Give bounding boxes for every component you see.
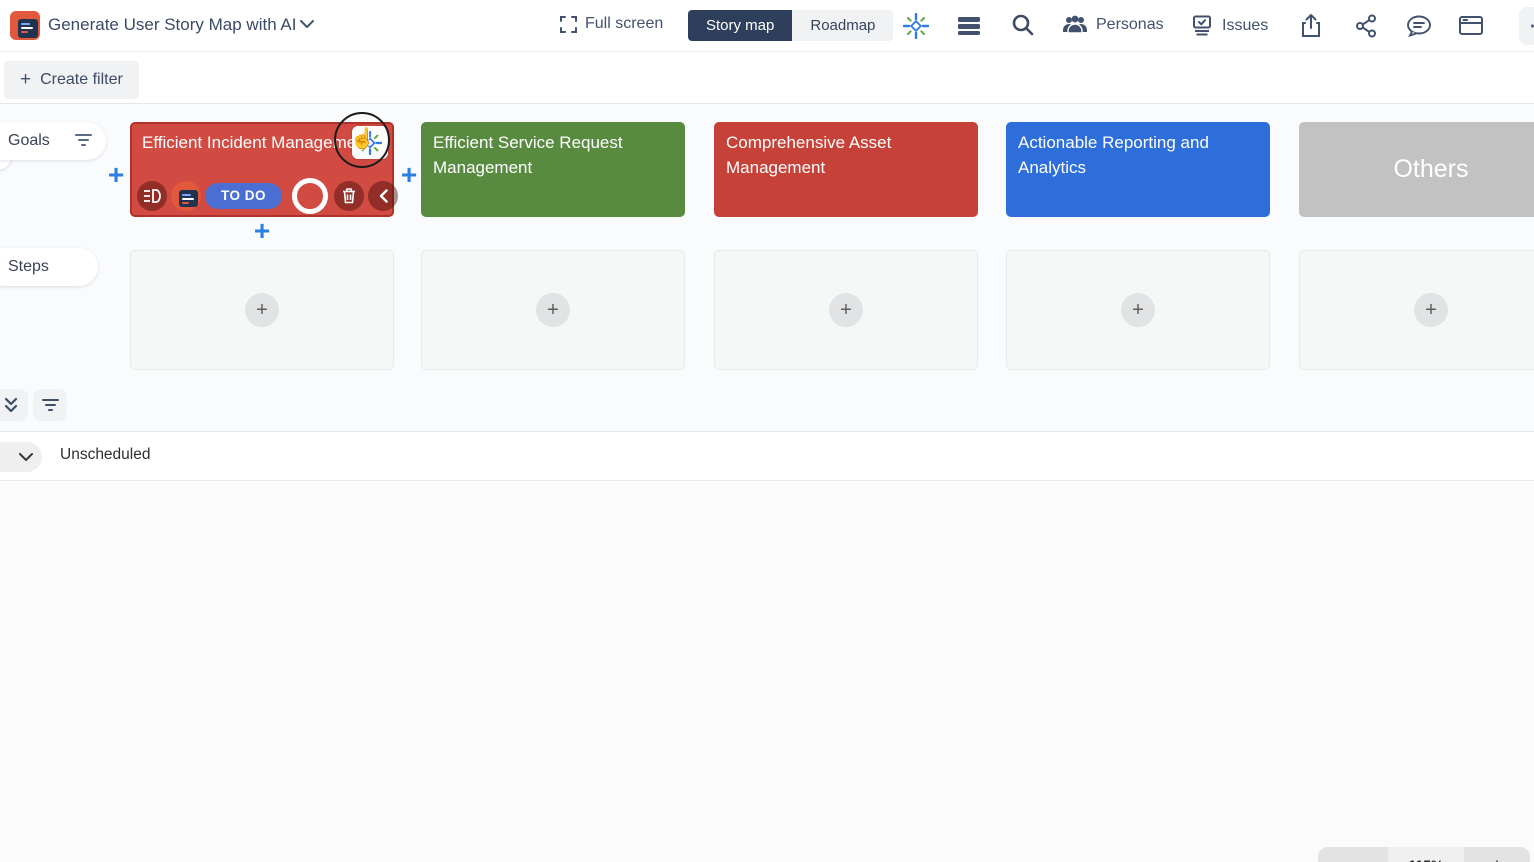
goal-title: Others [1393, 151, 1468, 187]
add-step-below-button[interactable]: + [250, 220, 274, 244]
double-chevron-down-icon [4, 397, 18, 414]
zoom-control: 115% + [1318, 847, 1530, 862]
chevron-left-icon [379, 189, 388, 203]
plus-icon: + [245, 293, 279, 327]
ai-sparkle-icon [903, 13, 929, 39]
status-badge[interactable]: TO DO [205, 183, 282, 209]
story-map-canvas: Goals Steps Efficient Incident Managemen… [0, 104, 1534, 431]
goals-row-label[interactable]: Goals [0, 122, 106, 160]
goal-title: Efficient Service Request Management [433, 131, 673, 180]
ai-sparkle-icon [358, 131, 382, 155]
search-icon [1011, 13, 1035, 37]
window-icon [1459, 16, 1483, 35]
plus-icon: + [536, 293, 570, 327]
goal-card-others[interactable]: Others [1299, 122, 1534, 217]
filter-icon [42, 398, 59, 412]
share-button[interactable] [1355, 14, 1377, 38]
zoom-level: 115% [1388, 847, 1464, 862]
collapse-toolbar-button[interactable] [368, 181, 398, 211]
unscheduled-section: Unscheduled [0, 431, 1534, 481]
zoom-in-button[interactable]: + [1464, 847, 1530, 862]
goal-title: Efficient Incident Management [142, 131, 364, 156]
view-toggle: Story map Roadmap [688, 10, 893, 41]
story-map-app: Generate User Story Map with AI Full scr… [0, 0, 1534, 862]
card-ai-generate-button[interactable] [352, 126, 388, 159]
swimlane-filter-button[interactable] [33, 389, 67, 421]
goal-card[interactable]: Efficient Service Request Management [421, 122, 685, 217]
rows-icon [957, 16, 981, 36]
create-filter-label: Create filter [40, 71, 123, 89]
card-details-icon [143, 189, 161, 203]
search-button[interactable] [1011, 13, 1035, 37]
rows-view-button[interactable] [957, 16, 981, 36]
more-button[interactable]: ⋯ [1519, 7, 1534, 45]
add-step-cell[interactable]: + [421, 250, 685, 370]
chevron-down-icon[interactable] [300, 20, 314, 29]
card-app-icon-button[interactable] [171, 181, 201, 211]
window-button[interactable] [1459, 16, 1483, 35]
filter-bar: + Create filter [0, 52, 1534, 104]
personas-icon [1062, 15, 1088, 34]
top-toolbar: Generate User Story Map with AI Full scr… [0, 0, 1534, 52]
add-step-cell[interactable]: + [130, 250, 394, 370]
create-filter-button[interactable]: + Create filter [4, 61, 139, 99]
export-icon [1301, 13, 1321, 38]
plus-icon: + [20, 69, 31, 91]
color-ring-button[interactable] [292, 178, 328, 214]
steps-row-label[interactable]: Steps [0, 248, 98, 286]
plus-icon: + [829, 293, 863, 327]
goal-title: Actionable Reporting and Analytics [1018, 131, 1258, 180]
add-goal-right-button[interactable]: + [397, 164, 421, 188]
issues-label: Issues [1222, 17, 1268, 35]
unscheduled-label: Unscheduled [60, 446, 150, 464]
personas-label: Personas [1096, 16, 1164, 34]
add-step-cell[interactable]: + [714, 250, 978, 370]
plus-icon: + [1121, 293, 1155, 327]
chevron-down-icon [19, 453, 33, 462]
empty-board-area [0, 482, 1534, 862]
ai-sparkle-button[interactable] [903, 13, 929, 39]
export-button[interactable] [1301, 13, 1321, 38]
add-step-cell[interactable]: + [1006, 250, 1270, 370]
share-icon [1355, 14, 1377, 38]
app-logo-icon [10, 11, 40, 40]
feedback-button[interactable] [1406, 14, 1432, 38]
feedback-icon [1406, 14, 1432, 38]
tab-story-map[interactable]: Story map [688, 10, 792, 41]
fullscreen-icon [560, 16, 577, 33]
add-step-cell[interactable]: + [1299, 250, 1534, 370]
collapse-section-button[interactable] [0, 442, 42, 472]
plus-icon: + [1414, 293, 1448, 327]
personas-button[interactable]: Personas [1062, 15, 1164, 34]
fullscreen-button[interactable]: Full screen [560, 15, 663, 33]
card-toolbar: TO DO [132, 177, 392, 215]
goal-card[interactable]: Actionable Reporting and Analytics [1006, 122, 1270, 217]
goals-label: Goals [8, 132, 50, 150]
filter-icon[interactable] [75, 133, 92, 147]
goal-title: Comprehensive Asset Management [726, 131, 966, 180]
issues-button[interactable]: Issues [1190, 15, 1268, 37]
trash-icon [342, 188, 356, 204]
tab-roadmap[interactable]: Roadmap [792, 10, 893, 41]
goal-card[interactable]: Efficient Incident Management [130, 122, 394, 217]
add-goal-left-button[interactable]: + [104, 164, 128, 188]
card-details-button[interactable] [137, 181, 167, 211]
board-title[interactable]: Generate User Story Map with AI [48, 15, 297, 35]
steps-label: Steps [8, 258, 49, 276]
zoom-out-button[interactable] [1318, 847, 1388, 862]
collapse-all-button[interactable] [0, 389, 28, 421]
delete-card-button[interactable] [334, 181, 364, 211]
fullscreen-label: Full screen [585, 15, 663, 33]
issues-icon [1190, 15, 1214, 37]
goal-card[interactable]: Comprehensive Asset Management [714, 122, 978, 217]
